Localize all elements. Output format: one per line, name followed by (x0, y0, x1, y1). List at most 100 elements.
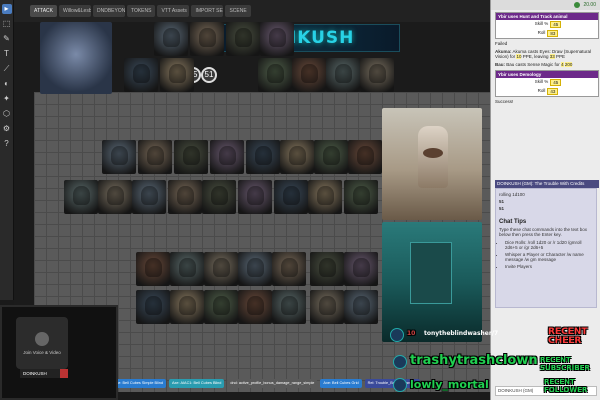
page-tabs: ATTACKWillow&Lesbians FolderDNDBEYONDTOK… (14, 0, 490, 22)
character-token[interactable] (238, 180, 272, 214)
top-user: tonytheblindwasher/7 (424, 330, 499, 337)
character-token[interactable] (174, 140, 208, 174)
alien-building-art[interactable] (382, 108, 482, 220)
left-toolbar: ▸ ⬚ ✎ T ⟋ ◐ ✦ ⬡ ⚙ ? (0, 0, 14, 300)
character-token[interactable] (246, 140, 280, 174)
text-icon[interactable]: T (2, 49, 12, 59)
character-token[interactable] (170, 290, 204, 324)
help-icon[interactable]: ? (2, 139, 12, 149)
chat-message-akuma: Akuma: Akuma casts Eyes: Draw (Supernatu… (495, 49, 599, 59)
chat-tip-item[interactable]: Invite Players (505, 264, 593, 269)
character-token[interactable] (272, 252, 306, 286)
roll1-label: Skill % (534, 21, 549, 26)
character-token[interactable] (168, 180, 202, 214)
join-video-card[interactable]: Join Voice & Video (16, 317, 68, 369)
mute-button[interactable] (60, 369, 68, 378)
select-icon[interactable]: ⬚ (2, 19, 12, 29)
character-token[interactable] (64, 180, 98, 214)
character-token[interactable] (170, 252, 204, 286)
roll1-rolled-label: Roll (537, 30, 546, 35)
tab-6[interactable]: SCENE (225, 5, 251, 17)
macro-button-3[interactable]: Axe: AIAC1: Bell Cubes Blind (169, 378, 225, 388)
character-token[interactable] (202, 180, 236, 214)
tab-5[interactable]: IMPORT SETTING (191, 5, 224, 17)
ruler-icon[interactable]: ⟋ (2, 64, 12, 74)
large-mech-token[interactable] (40, 22, 112, 94)
join-video-text: Join Voice & Video (23, 349, 61, 355)
roll1-rolled: 83 (547, 30, 559, 37)
macro-button-5[interactable]: Axe: Bell Cubes Grid (320, 378, 362, 388)
light-icon[interactable]: ✦ (2, 94, 12, 104)
chat-log: Ybir uses Hunt and Track animal Skill % 4… (495, 10, 599, 107)
bau-ppe: 4 (561, 62, 564, 67)
chat-tip-item: Whisper a Player or Character /w name me… (505, 252, 593, 262)
character-token[interactable] (310, 252, 344, 286)
token-ring-2[interactable]: 51 (201, 67, 217, 83)
character-token[interactable] (98, 180, 132, 214)
character-token[interactable] (326, 58, 360, 92)
character-token[interactable] (308, 180, 342, 214)
bau-name: Bau: (495, 62, 505, 67)
tab-2[interactable]: DNDBEYOND (92, 5, 125, 17)
character-token[interactable] (280, 140, 314, 174)
status-icon (574, 2, 581, 8)
city-tower (410, 242, 452, 304)
pointer-icon[interactable]: ▸ (1, 4, 12, 14)
chat-tip-item: Dice Rolls: /roll 1d20 or /r 1d20 /gmrol… (505, 240, 593, 250)
akuma-left: 33 (549, 54, 555, 59)
tab-0[interactable]: ATTACK (30, 5, 57, 17)
character-token[interactable] (260, 22, 294, 56)
character-token[interactable] (292, 58, 326, 92)
character-token[interactable] (154, 22, 188, 56)
tab-1[interactable]: Willow&Lesbians Folder (58, 5, 91, 17)
roll1-result: Failed (495, 41, 508, 46)
character-token[interactable] (258, 58, 292, 92)
roll3-value: 51 (499, 199, 505, 204)
character-token[interactable] (226, 22, 260, 56)
sunken-city-art[interactable] (382, 222, 482, 342)
character-token[interactable] (204, 252, 238, 286)
character-token[interactable] (238, 290, 272, 324)
tab-3[interactable]: TOKENS (126, 5, 156, 17)
character-token[interactable] (274, 180, 308, 214)
settings-icon[interactable]: ⚙ (2, 124, 12, 134)
macro-button-4[interactable]: dnd: active_profile_bonus_damage_range_s… (227, 378, 318, 388)
character-token[interactable] (160, 58, 194, 92)
roll-template-2: Ybir uses Demology Skill % 45 Roll 43 (495, 70, 599, 97)
follower-icon (393, 378, 407, 392)
character-token[interactable] (136, 290, 170, 324)
character-token[interactable] (136, 252, 170, 286)
pen-icon[interactable]: ✎ (2, 34, 12, 44)
character-token[interactable] (124, 58, 158, 92)
character-token[interactable] (272, 290, 306, 324)
character-token[interactable] (138, 140, 172, 174)
sub-icon (393, 355, 407, 369)
tab-4[interactable]: VTT Assets (157, 5, 190, 17)
character-token[interactable] (102, 140, 136, 174)
akuma-left-label: PPE (556, 54, 566, 59)
character-token[interactable] (348, 140, 382, 174)
roll-template-1: Ybir uses Hunt and Track animal Skill % 4… (495, 12, 599, 39)
bau-left: 200 (564, 62, 573, 67)
character-token[interactable] (190, 22, 224, 56)
character-token[interactable] (344, 290, 378, 324)
character-token[interactable] (314, 140, 348, 174)
character-token[interactable] (310, 290, 344, 324)
vtt-app: ▸ ⬚ ✎ T ⟋ ◐ ✦ ⬡ ⚙ ? ATTACKWillow&Lesbian… (0, 0, 600, 400)
macro-button-2[interactable]: Axe: Bell Cubes Simple Blind (110, 378, 166, 388)
cheer-count: 10 (407, 330, 416, 337)
fog-icon[interactable]: ◐ (2, 79, 12, 89)
character-token[interactable] (204, 290, 238, 324)
roll-header-1: Ybir uses Hunt and Track animal (496, 13, 598, 20)
chat-tips-panel: rolling 1d100 51 51 Chat Tips Type these… (495, 188, 597, 308)
character-token[interactable] (344, 180, 378, 214)
character-token[interactable] (360, 58, 394, 92)
building-window (423, 148, 443, 158)
character-token[interactable] (210, 140, 244, 174)
dice-icon[interactable]: ⬡ (2, 109, 12, 119)
recent-cheer-label: RECENT CHEER (548, 327, 588, 346)
character-token[interactable] (132, 180, 166, 214)
character-token[interactable] (344, 252, 378, 286)
character-token[interactable] (238, 252, 272, 286)
sidebar-header: 20.00 (491, 0, 600, 10)
